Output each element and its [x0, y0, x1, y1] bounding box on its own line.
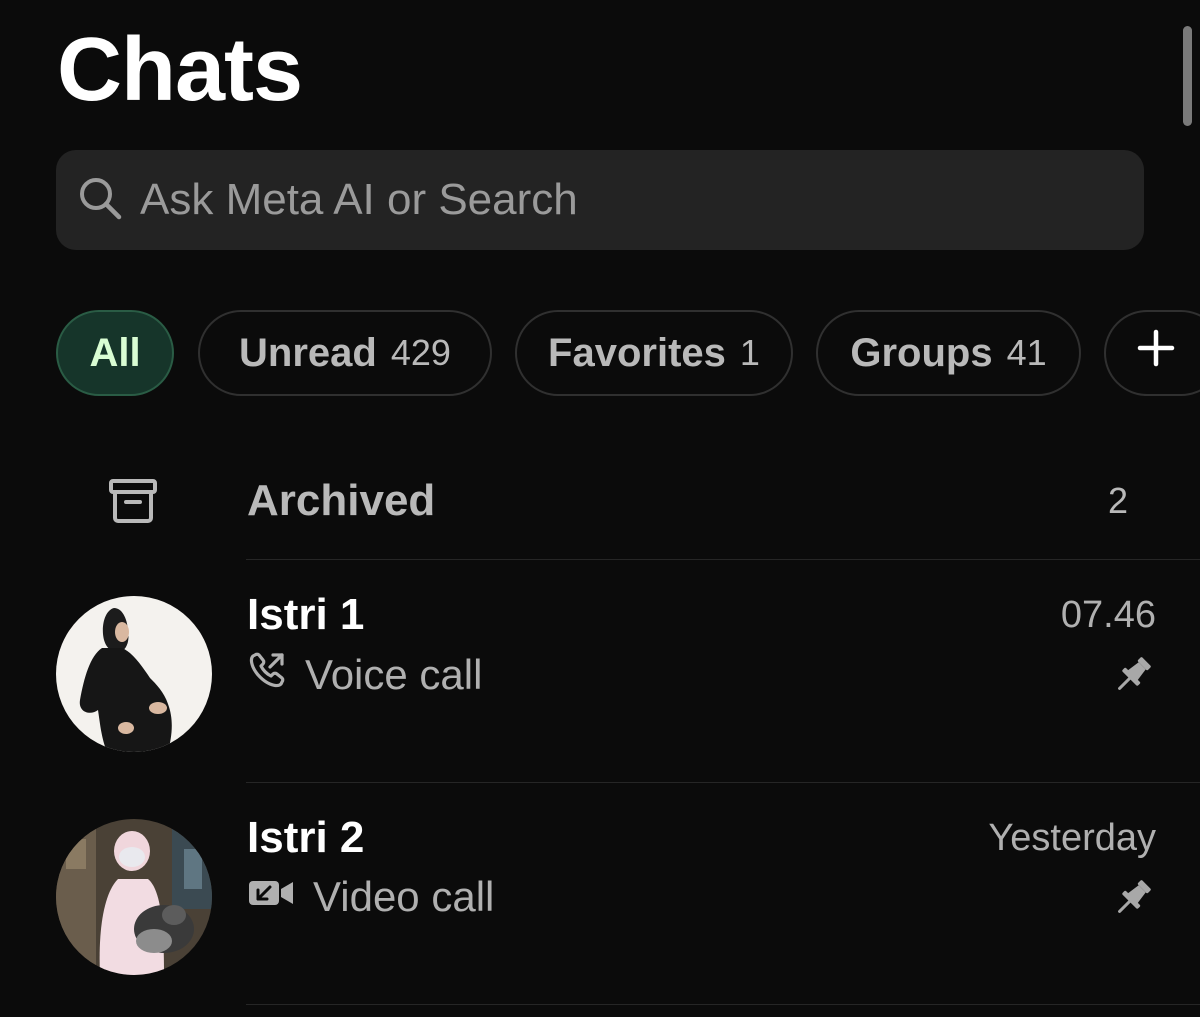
- chat-last-message-text: Video call: [313, 873, 495, 920]
- chat-last-message: Video call: [247, 873, 494, 921]
- avatar[interactable]: [56, 596, 212, 752]
- chat-name: Istri 2: [247, 813, 365, 862]
- pin-icon: [1112, 877, 1154, 924]
- chat-row-istri-2[interactable]: Istri 2 Video call Yesterday: [0, 783, 1200, 1005]
- archived-count: 2: [1107, 480, 1128, 521]
- search-icon: [76, 174, 124, 227]
- filter-chip-label: Unread: [239, 330, 377, 375]
- filter-chip-count: 1: [739, 332, 760, 373]
- divider: [246, 1004, 1200, 1005]
- page-title: Chats: [57, 20, 303, 120]
- filter-chip-favorites[interactable]: Favorites 1: [515, 310, 793, 396]
- plus-icon: [1136, 328, 1176, 378]
- scrollbar[interactable]: [1183, 26, 1192, 126]
- search-bar[interactable]: [56, 150, 1144, 250]
- filter-chip-label: All: [89, 330, 141, 375]
- pin-icon: [1112, 654, 1154, 701]
- chat-name: Istri 1: [247, 590, 365, 639]
- outgoing-video-call-icon: [247, 873, 313, 921]
- filter-chips: All Unread 429 Favorites 1 Groups 41: [0, 310, 1200, 398]
- add-filter-button[interactable]: [1104, 310, 1200, 396]
- chat-row-istri-1[interactable]: Istri 1 Voice call 07.46: [0, 560, 1200, 782]
- chat-last-message-text: Voice call: [305, 651, 483, 698]
- archived-label: Archived: [247, 476, 436, 525]
- archived-row[interactable]: Archived 2: [0, 450, 1200, 558]
- filter-chip-all[interactable]: All: [56, 310, 174, 396]
- filter-chip-label: Favorites: [548, 330, 726, 375]
- chat-last-message: Voice call: [247, 650, 482, 700]
- avatar[interactable]: [56, 819, 212, 975]
- chat-time: 07.46: [1060, 594, 1156, 636]
- search-input[interactable]: [138, 154, 1144, 246]
- chats-screen: Chats All Unread 429 Favorites 1 Groups …: [0, 0, 1200, 1017]
- filter-chip-count: 429: [390, 332, 451, 373]
- archive-icon: [108, 478, 158, 529]
- filter-chip-groups[interactable]: Groups 41: [816, 310, 1081, 396]
- outgoing-voice-call-icon: [247, 650, 305, 700]
- filter-chip-count: 41: [1006, 332, 1047, 373]
- chat-time: Yesterday: [988, 817, 1156, 859]
- filter-chip-label: Groups: [850, 330, 993, 375]
- filter-chip-unread[interactable]: Unread 429: [198, 310, 492, 396]
